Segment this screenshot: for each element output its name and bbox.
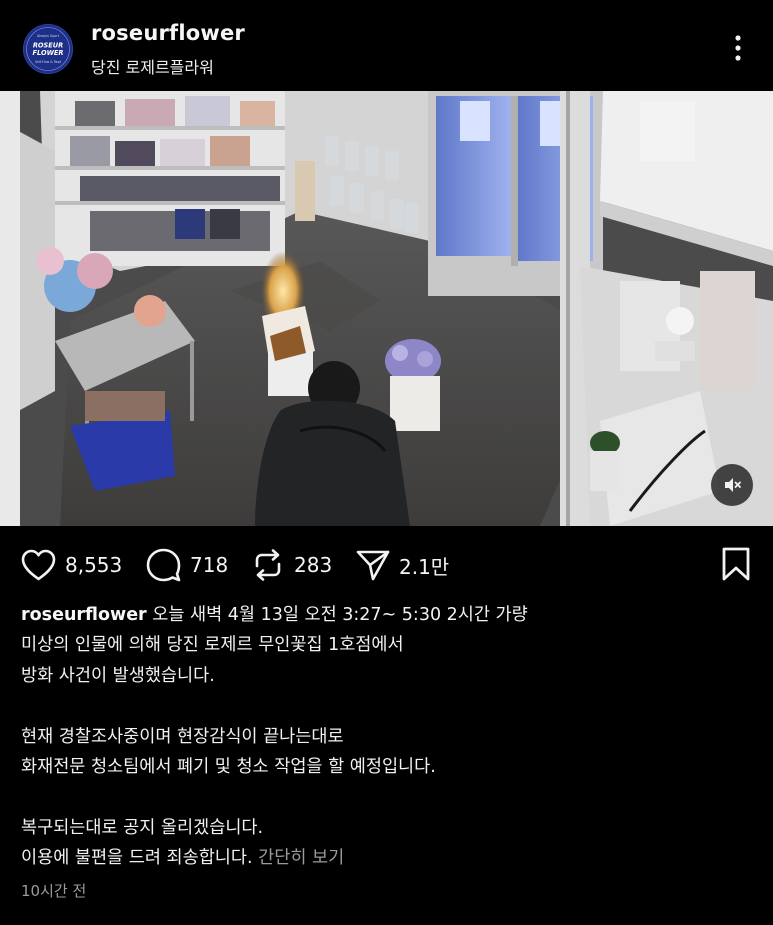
comment-button[interactable]: 718 [145,540,228,590]
svg-text:Always Sport: Always Sport [37,34,60,38]
post-header: Always Sport ROSEUR FLOWER Self-Flow & R… [0,0,773,90]
caption-text-5: 화재전문 청소팀에서 폐기 및 청소 작업을 할 예정입니다. [21,757,436,778]
caption-line-7: 이용에 불편을 드려 죄송합니다. 간단히 보기 [21,843,761,873]
post-username[interactable]: roseurflower [91,21,245,45]
post-caption: roseurflower 오늘 새벽 4월 13일 오전 3:27~ 5:30 … [21,600,761,874]
see-less-link[interactable]: 간단히 보기 [253,848,344,868]
caption-text-7: 이용에 불편을 드려 죄송합니다. [21,848,253,869]
comment-count[interactable]: 718 [190,553,228,577]
repost-count[interactable]: 283 [294,553,332,577]
action-bar: 8,553 718 283 2.1만 [0,540,773,590]
caption-username[interactable]: roseurflower [21,605,147,625]
roseur-flower-logo: Always Sport ROSEUR FLOWER Self-Flow & R… [24,25,72,73]
avatar[interactable]: Always Sport ROSEUR FLOWER Self-Flow & R… [23,24,73,74]
post-location[interactable]: 당진 로제르플라워 [91,54,214,78]
more-options-button[interactable] [722,28,754,68]
post-timestamp: 10시간 전 [21,882,87,900]
svg-text:Self-Flow & Rept: Self-Flow & Rept [35,60,62,64]
caption-text-2: 미상의 인물에 의해 당진 로제르 무인꽃집 1호점에서 [21,635,404,656]
heart-icon [21,549,56,581]
comment-icon [146,548,181,582]
repost-button[interactable]: 283 [250,540,332,590]
bookmark-icon [722,547,750,581]
share-button[interactable]: 2.1만 [355,540,449,590]
mute-toggle-button[interactable] [711,464,753,506]
caption-line-1: roseurflower 오늘 새벽 4월 13일 오전 3:27~ 5:30 … [21,600,761,630]
like-count[interactable]: 8,553 [65,553,122,577]
repost-icon [255,549,281,581]
caption-text-6: 복구되는대로 공지 올리겠습니다. [21,817,264,838]
muted-speaker-icon [725,478,741,492]
caption-text-1: 오늘 새벽 4월 13일 오전 3:27~ 5:30 2시간 가량 [146,605,528,625]
cctv-store-photo [0,91,773,526]
svg-text:FLOWER: FLOWER [33,49,64,57]
caption-text-3: 방화 사건이 발생했습니다. [21,665,215,686]
post-photo[interactable] [0,91,773,526]
send-icon [356,550,390,581]
share-count[interactable]: 2.1만 [399,551,449,580]
save-button[interactable] [719,545,753,585]
more-vertical-icon [735,35,741,61]
caption-text-4: 현재 경찰조사중이며 현장감식이 끝나는대로 [21,726,344,747]
like-button[interactable]: 8,553 [20,540,122,590]
